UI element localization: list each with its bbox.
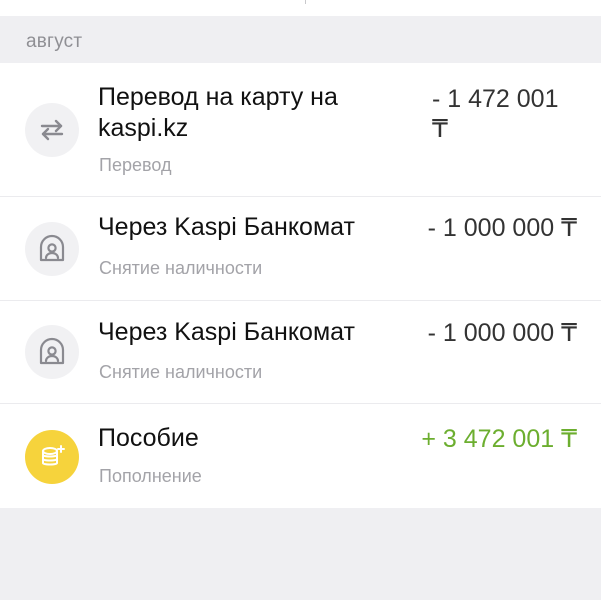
month-label: август [26,31,83,52]
transaction-title: Через Kaspi Банкомат [98,213,355,241]
transaction-category: Перевод [99,155,172,175]
transaction-title: Пособие [98,424,199,452]
top-edge-tick [305,0,306,4]
transaction-category: Снятие наличности [99,362,263,382]
transaction-row[interactable]: Пособие Пополнение + 3 472 001 ₸ [0,404,601,508]
transaction-category: Снятие наличности [99,258,263,278]
transaction-row[interactable]: Через Kaspi Банкомат Снятие наличности -… [0,197,601,301]
transaction-category: Пополнение [99,466,202,486]
transfer-arrows-icon [25,103,79,157]
month-section-header: август [0,16,601,63]
transaction-row[interactable]: Через Kaspi Банкомат Снятие наличности -… [0,301,601,404]
atm-person-icon [25,222,79,276]
transaction-row[interactable]: Перевод на карту на kaspi.kz Перевод - 1… [0,63,601,197]
transaction-amount: - 1 000 000 ₸ [427,214,577,242]
top-edge [0,0,601,16]
transaction-list: Перевод на карту на kaspi.kz Перевод - 1… [0,63,601,508]
atm-person-icon [25,325,79,379]
coins-stack-icon [25,430,79,484]
transaction-amount: - 1 472 001 ₸ [432,85,559,143]
transaction-amount: + 3 472 001 ₸ [421,425,577,453]
transaction-title: Через Kaspi Банкомат [98,318,355,346]
transaction-title: Перевод на карту на kaspi.kz [98,83,338,142]
transaction-amount: - 1 000 000 ₸ [427,319,577,347]
